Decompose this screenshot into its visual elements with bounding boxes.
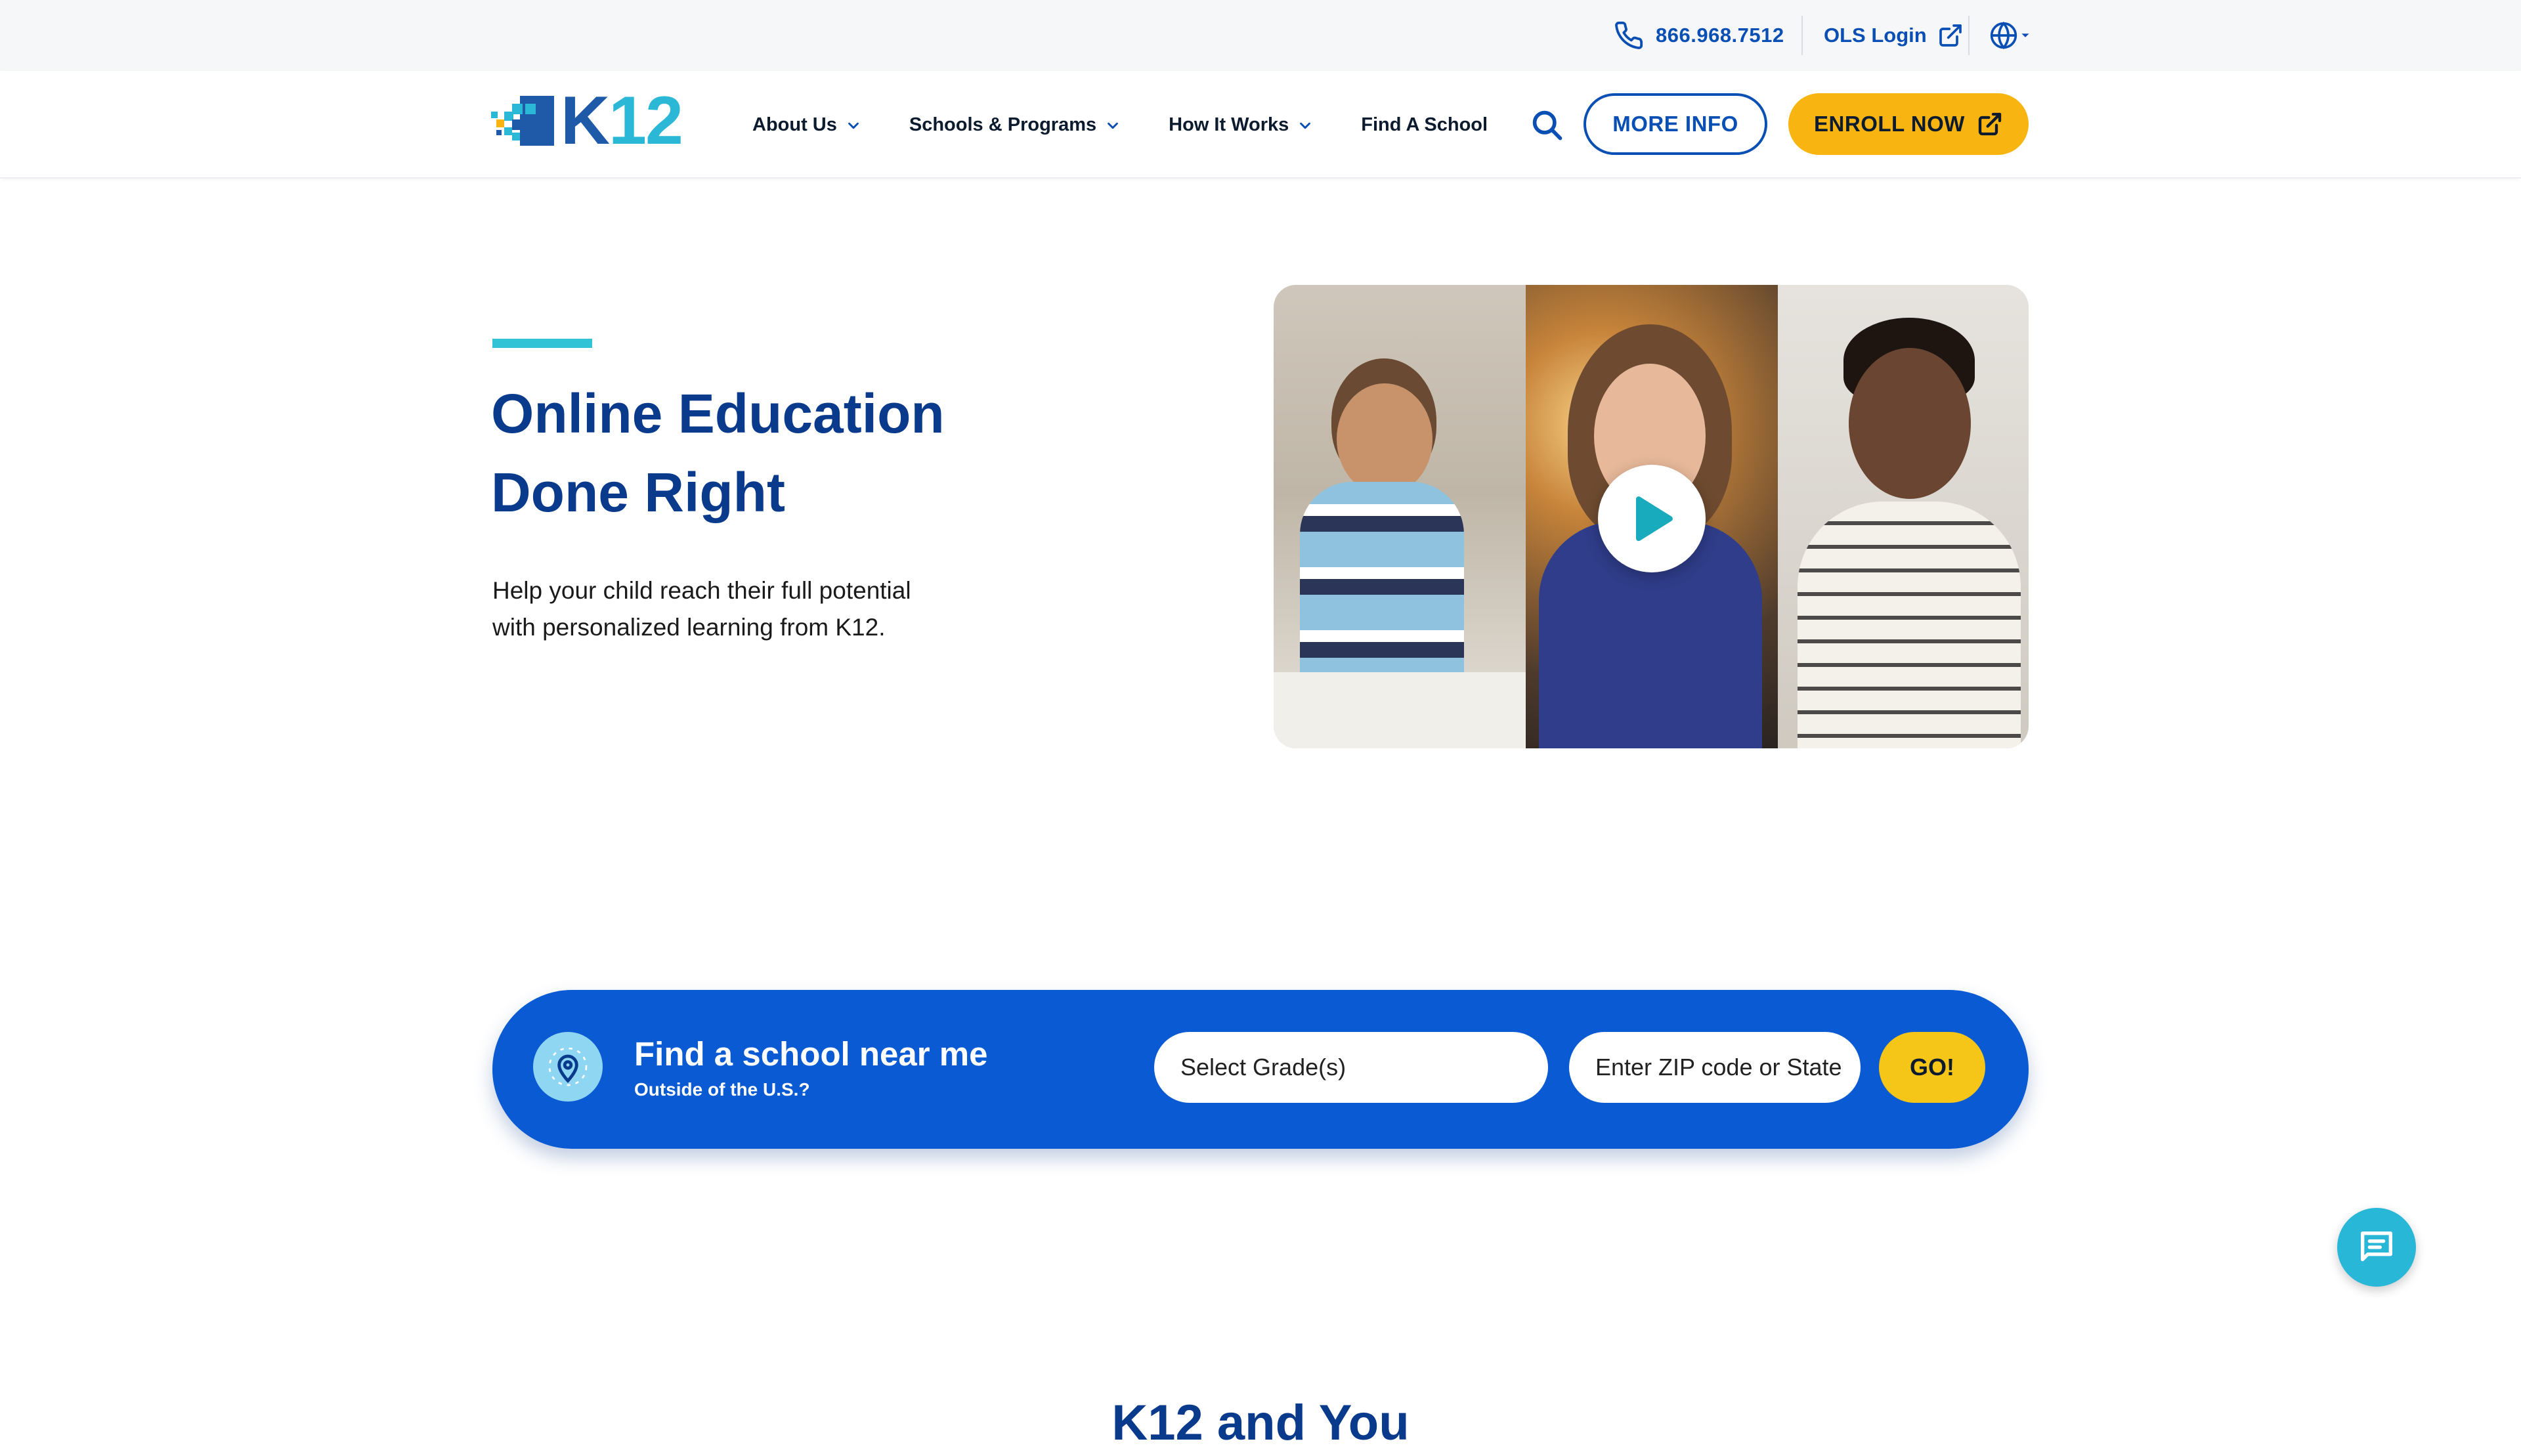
hero-subtitle: Help your child reach their full potenti… <box>492 572 1018 646</box>
k12-logo[interactable]: K12 <box>491 87 683 155</box>
find-school-bar: Find a school near me Outside of the U.S… <box>492 990 2029 1149</box>
grade-select[interactable]: Select Grade(s) <box>1154 1032 1548 1103</box>
external-link-icon <box>1939 24 1962 47</box>
phone-icon <box>1615 21 1643 49</box>
chat-button[interactable] <box>2337 1208 2416 1287</box>
search-icon <box>1532 110 1562 140</box>
nav-item-label: How It Works <box>1169 114 1289 135</box>
hero-subtitle-line-2: with personalized learning from K12. <box>492 614 886 641</box>
more-info-button[interactable]: MORE INFO <box>1584 93 1767 155</box>
nav-item-label: Find A School <box>1361 114 1488 135</box>
nav-links: About Us Schools & Programs How It Works… <box>752 108 1536 142</box>
nav-item-label: Schools & Programs <box>909 114 1097 135</box>
play-video-button[interactable] <box>1598 465 1706 572</box>
chevron-down-icon <box>1300 122 1311 129</box>
play-icon <box>1635 496 1673 542</box>
chat-icon <box>2361 1231 2392 1262</box>
hero-photo-teen-smiling <box>1778 285 2029 748</box>
nav-item-about-us[interactable]: About Us <box>752 114 861 136</box>
nav-item-find-a-school[interactable]: Find A School <box>1361 114 1488 136</box>
divider <box>1801 16 1803 55</box>
hero-title-line-1: Online Education <box>491 383 945 444</box>
nav-item-schools-programs[interactable]: Schools & Programs <box>909 114 1120 136</box>
find-school-title: Find a school near me <box>634 1035 988 1073</box>
ols-login-link[interactable]: OLS Login <box>1824 20 1964 51</box>
hero-subtitle-line-1: Help your child reach their full potenti… <box>492 577 911 604</box>
nav-item-label: About Us <box>752 114 837 135</box>
logo-number: 12 <box>609 83 683 159</box>
nav-item-how-it-works[interactable]: How It Works <box>1169 114 1312 136</box>
hero-title: Online Education Done Right <box>491 374 1148 532</box>
phone-link[interactable]: 866.968.7512 <box>1614 20 1784 51</box>
utility-bar: 866.968.7512 OLS Login <box>0 0 2521 71</box>
search-button[interactable] <box>1527 105 1566 144</box>
external-link-icon <box>1978 112 2002 136</box>
caret-down-icon <box>2021 33 2029 37</box>
logo-letter-k: K <box>561 83 610 159</box>
hero-title-line-2: Done Right <box>491 461 785 523</box>
ols-login-label: OLS Login <box>1824 24 1927 47</box>
logo-wordmark: K12 <box>561 87 683 155</box>
section-heading: K12 and You <box>1111 1395 1410 1451</box>
globe-icon <box>1990 21 2017 50</box>
phone-number: 866.968.7512 <box>1656 24 1784 47</box>
main-nav: K12 About Us Schools & Programs How It W… <box>0 71 2521 179</box>
zip-state-input[interactable] <box>1569 1032 1861 1103</box>
hero-accent-bar <box>492 339 592 348</box>
enroll-now-label: ENROLL NOW <box>1814 112 1965 136</box>
go-button[interactable]: GO! <box>1879 1032 1985 1103</box>
divider <box>1968 16 1970 55</box>
language-selector[interactable] <box>1989 20 2030 51</box>
logo-mark-icon <box>491 96 554 146</box>
chevron-down-icon <box>1108 122 1119 129</box>
enroll-now-button[interactable]: ENROLL NOW <box>1788 93 2029 155</box>
location-pin-icon <box>533 1032 603 1102</box>
hero-photo-boy-painting <box>1274 285 1526 748</box>
outside-us-link[interactable]: Outside of the U.S.? <box>634 1079 810 1100</box>
chevron-down-icon <box>848 122 859 129</box>
